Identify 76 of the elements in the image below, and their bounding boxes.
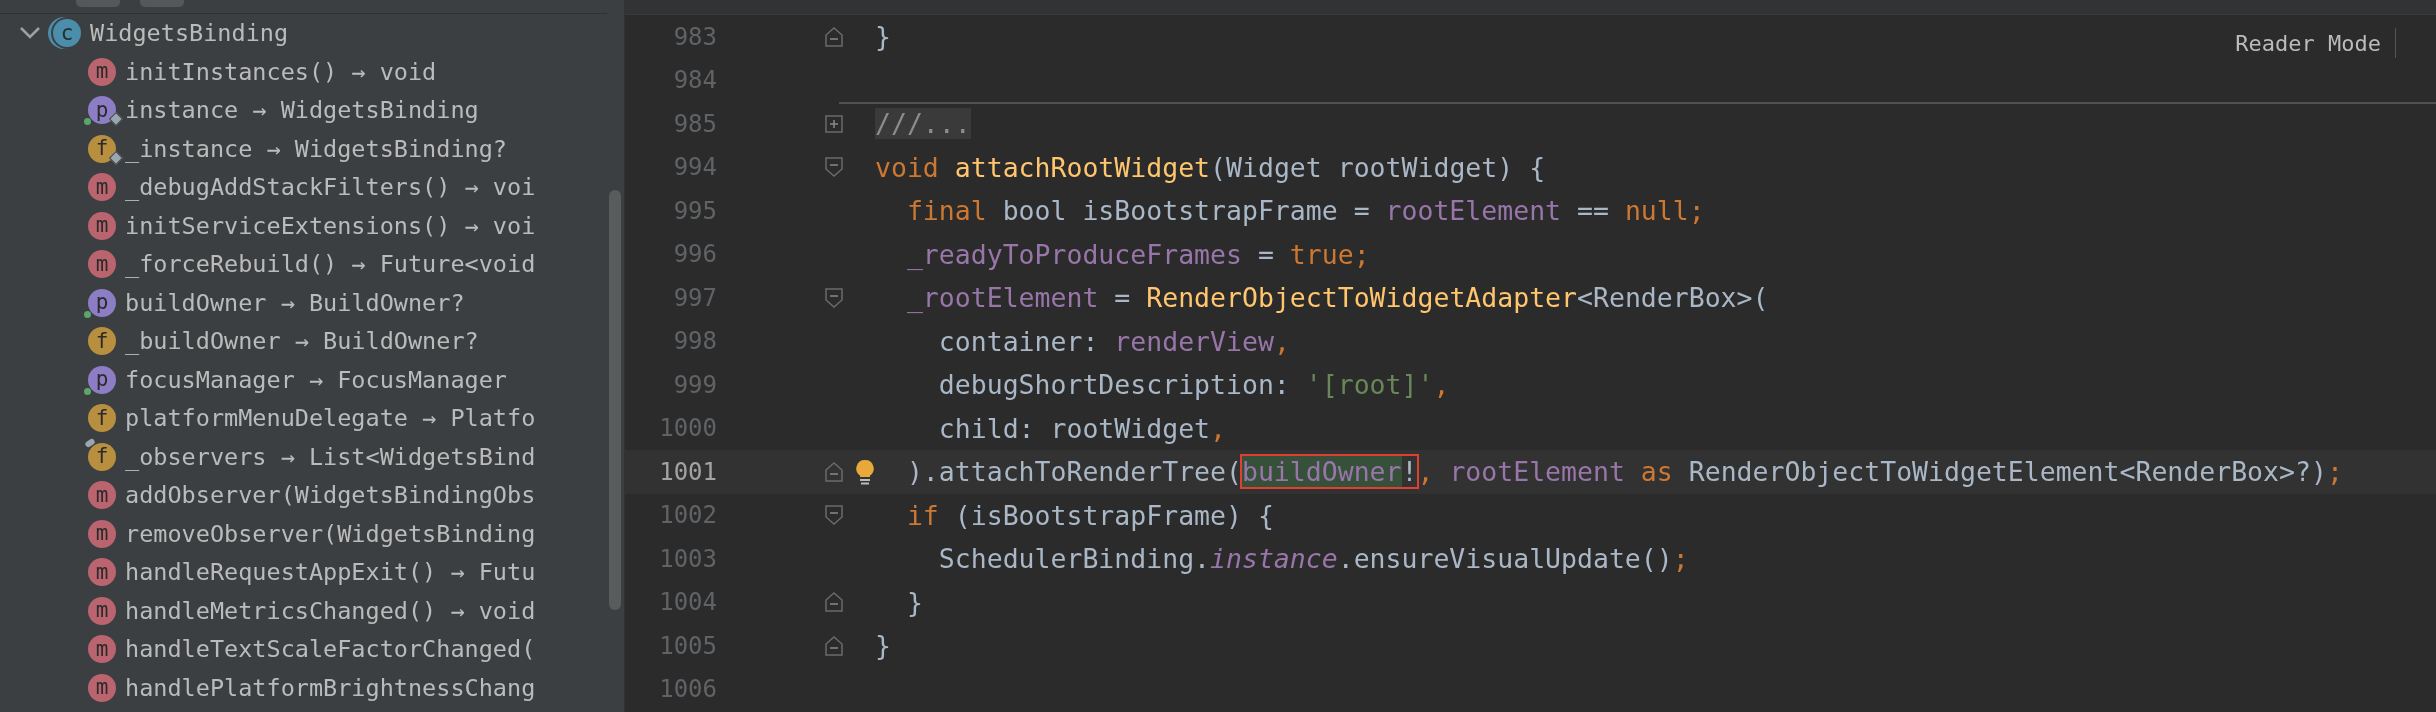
tree-item[interactable]: f platformMenuDelegate → Platfo (88, 404, 536, 433)
symbol-icon: p (88, 96, 116, 125)
expand-icon[interactable] (825, 113, 843, 134)
line-number: 983 (672, 22, 717, 51)
symbol-icon: m (88, 250, 116, 279)
symbol-icon: m (88, 596, 116, 625)
line-number: 1004 (658, 588, 717, 617)
lightbulb-icon[interactable] (855, 458, 875, 485)
tree-item[interactable]: m initServiceExtensions() → voi (88, 211, 536, 240)
symbol-icon: m (88, 211, 116, 240)
fold-end-icon[interactable] (825, 26, 843, 47)
line-number: 996 (672, 240, 717, 269)
code-line: if (isBootstrapFrame) { (905, 499, 1274, 531)
line-number: 985 (672, 109, 717, 138)
tree-item[interactable]: p buildOwner → BuildOwner? (88, 288, 465, 317)
tree-item[interactable]: m addObserver(WidgetsBindingObs (88, 481, 536, 510)
symbol-icon: f (88, 327, 116, 356)
line-number: 1003 (658, 544, 717, 573)
tree-item[interactable]: f _buildOwner → BuildOwner? (88, 327, 479, 356)
line-number: 1002 (658, 501, 717, 530)
tree-item[interactable]: m handleMetricsChanged() → void (88, 596, 536, 625)
code-line: _rootElement = RenderObjectToWidgetAdapter<RenderBox>( (905, 282, 1769, 314)
code-line: container: renderView, (937, 325, 1290, 357)
fold-end-icon[interactable] (825, 461, 843, 482)
line-number: 998 (672, 327, 717, 356)
symbol-icon: m (88, 673, 116, 702)
symbol-icon: m (88, 481, 116, 510)
symbol-icon: f (88, 404, 116, 433)
line-number: 997 (672, 283, 717, 312)
code-line: ).attachToRenderTree(buildOwner!, rootElement as RenderObjectToWidgetElement<RenderBox>?); (905, 456, 2343, 488)
tree-item[interactable]: c WidgetsBinding (53, 19, 289, 48)
line-number: 1005 (658, 631, 717, 660)
line-number: 984 (672, 66, 717, 95)
code-line: debugShortDescription: '[root]', (937, 369, 1450, 401)
symbol-icon: m (88, 558, 116, 587)
tree-item[interactable]: f _instance → WidgetsBinding? (88, 134, 507, 163)
tree-item[interactable]: m handleTextScaleFactorChanged( (88, 635, 536, 664)
tree-item[interactable]: m removeObserver(WidgetsBinding (88, 519, 536, 548)
symbol-icon: m (88, 635, 116, 664)
line-number: 994 (672, 153, 717, 182)
reader-mode-button[interactable]: Reader Mode (2235, 30, 2381, 56)
code-line: } (875, 630, 891, 662)
fold-start-icon[interactable] (825, 287, 843, 308)
tree-item[interactable]: m handlePlatformBrightnessChang (88, 673, 536, 702)
code-line: _readyToProduceFrames = true; (905, 238, 1370, 270)
symbol-icon: f (88, 134, 116, 163)
code-line: void attachRootWidget(Widget rootWidget) { (875, 151, 1546, 183)
fold-start-icon[interactable] (825, 505, 843, 526)
symbol-icon: m (88, 519, 116, 548)
symbol-icon: f (88, 442, 116, 471)
code-line: } (905, 586, 923, 618)
symbol-icon: p (88, 365, 116, 394)
code-line: child: rootWidget, (937, 412, 1226, 444)
line-number: 1001 (658, 457, 717, 486)
fold-end-icon[interactable] (825, 635, 843, 656)
tree-item[interactable]: m _forceRebuild() → Future<void (88, 250, 536, 279)
line-number: 1000 (658, 414, 717, 443)
line-number: 1006 (658, 675, 717, 704)
line-number: 999 (672, 370, 717, 399)
fold-start-icon[interactable] (825, 157, 843, 178)
line-number: 995 (672, 196, 717, 225)
chevron-down-icon[interactable] (19, 26, 41, 41)
tree-item[interactable]: f _observers → List<WidgetsBind (88, 442, 536, 471)
fold-end-icon[interactable] (825, 592, 843, 613)
symbol-icon: p (88, 288, 116, 317)
tree-item[interactable]: p instance → WidgetsBinding (88, 96, 479, 125)
code-line: SchedulerBinding.instance.ensureVisualUpdate(); (937, 543, 1689, 575)
code-line: final bool isBootstrapFrame = rootElement == null; (905, 195, 1705, 227)
tree-item[interactable]: m _debugAddStackFilters() → voi (88, 173, 536, 202)
symbol-icon: m (88, 173, 116, 202)
code-line: } (875, 21, 891, 53)
scrollbar-thumb[interactable] (609, 190, 621, 610)
tree-item[interactable]: m initInstances() → void (88, 57, 437, 86)
tree-item[interactable]: m handleRequestAppExit() → Futu (88, 558, 536, 587)
tree-item[interactable]: p focusManager → FocusManager (88, 365, 507, 394)
symbol-icon: m (88, 57, 116, 86)
